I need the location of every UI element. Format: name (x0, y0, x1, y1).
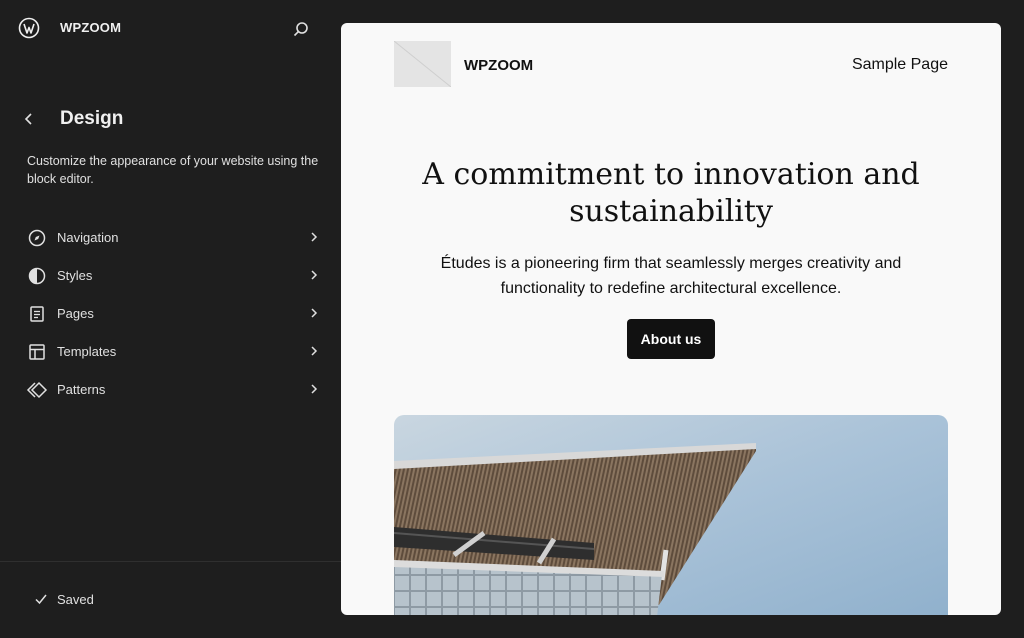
chevron-right-icon (306, 381, 322, 397)
about-us-button[interactable]: About us (627, 319, 715, 359)
checkmark-icon (35, 594, 47, 605)
nav-item-pages[interactable]: Pages (22, 295, 326, 333)
hero-heading: A commitment to innovation and sustainab… (422, 157, 920, 229)
panel-title: Design (60, 108, 124, 129)
nav-item-label: Navigation (57, 230, 119, 245)
nav-item-templates[interactable]: Templates (22, 333, 326, 371)
diamond-icon (26, 379, 48, 401)
panel-description: Customize the appearance of your website… (27, 154, 319, 186)
nav-item-label: Templates (57, 344, 117, 359)
site-logo-placeholder[interactable] (393, 40, 452, 88)
preview-site-title[interactable]: WPZOOM (464, 57, 533, 74)
nav-item-label: Patterns (57, 382, 106, 397)
back-chevron-icon[interactable] (18, 108, 40, 130)
saved-label: Saved (57, 592, 94, 607)
sample-page-link[interactable]: Sample Page (852, 56, 948, 74)
nav-item-label: Styles (57, 268, 93, 283)
page-icon (26, 303, 48, 325)
wordpress-logo-icon[interactable] (18, 17, 40, 39)
hero-paragraph: Études is a pioneering firm that seamles… (440, 255, 902, 297)
layout-icon (26, 341, 48, 363)
chevron-right-icon (306, 267, 322, 283)
chevron-right-icon (306, 229, 322, 245)
design-nav-list: Navigation Styles Pages Templates Patter… (22, 219, 326, 409)
nav-item-navigation[interactable]: Navigation (22, 219, 326, 257)
half-circle-icon (26, 265, 48, 287)
sidebar-footer-divider (0, 561, 341, 562)
nav-item-label: Pages (57, 306, 94, 321)
site-name[interactable]: WPZOOM (60, 20, 121, 35)
sidebar: WPZOOM Design Customize the appearance o… (0, 0, 341, 638)
nav-item-patterns[interactable]: Patterns (22, 371, 326, 409)
chevron-right-icon (306, 305, 322, 321)
nav-item-styles[interactable]: Styles (22, 257, 326, 295)
site-preview-canvas[interactable]: WPZOOM Sample Page A commitment to innov… (341, 23, 1001, 615)
building-photo (394, 415, 948, 615)
chevron-right-icon (306, 343, 322, 359)
search-icon[interactable] (290, 18, 312, 40)
compass-icon (26, 227, 48, 249)
